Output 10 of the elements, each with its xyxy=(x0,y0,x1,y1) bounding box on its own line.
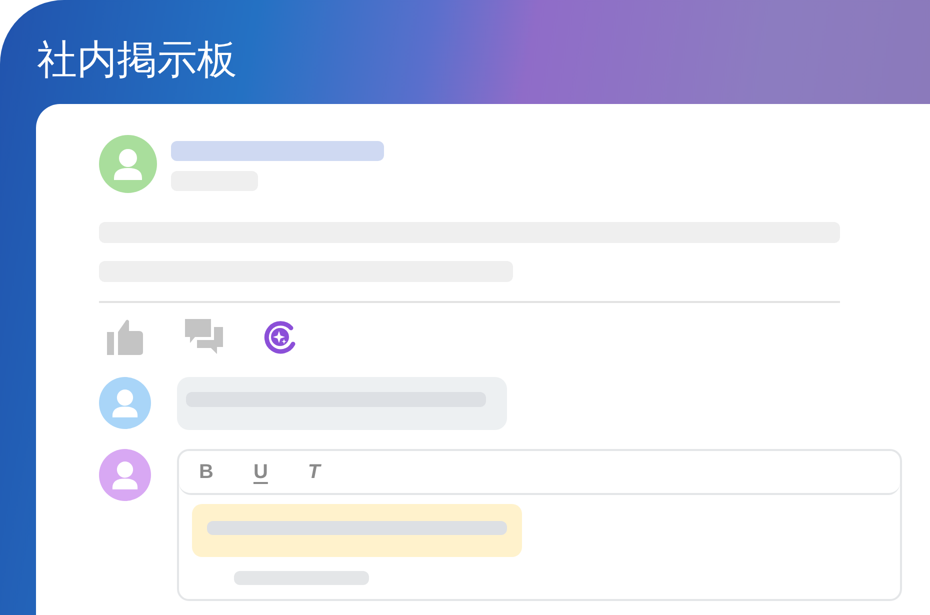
avatar-icon xyxy=(99,135,157,193)
italic-button[interactable]: T xyxy=(308,462,320,482)
thumbs-up-icon[interactable] xyxy=(105,318,145,356)
avatar-icon xyxy=(99,449,151,501)
bold-button[interactable]: B xyxy=(199,462,214,482)
reply-editor[interactable]: B U T xyxy=(177,449,902,601)
sparkle-ring-icon[interactable] xyxy=(263,320,297,354)
board-title: 社内掲示板 xyxy=(37,40,237,80)
avatar-icon xyxy=(99,377,151,429)
underline-button[interactable]: U xyxy=(253,462,268,482)
